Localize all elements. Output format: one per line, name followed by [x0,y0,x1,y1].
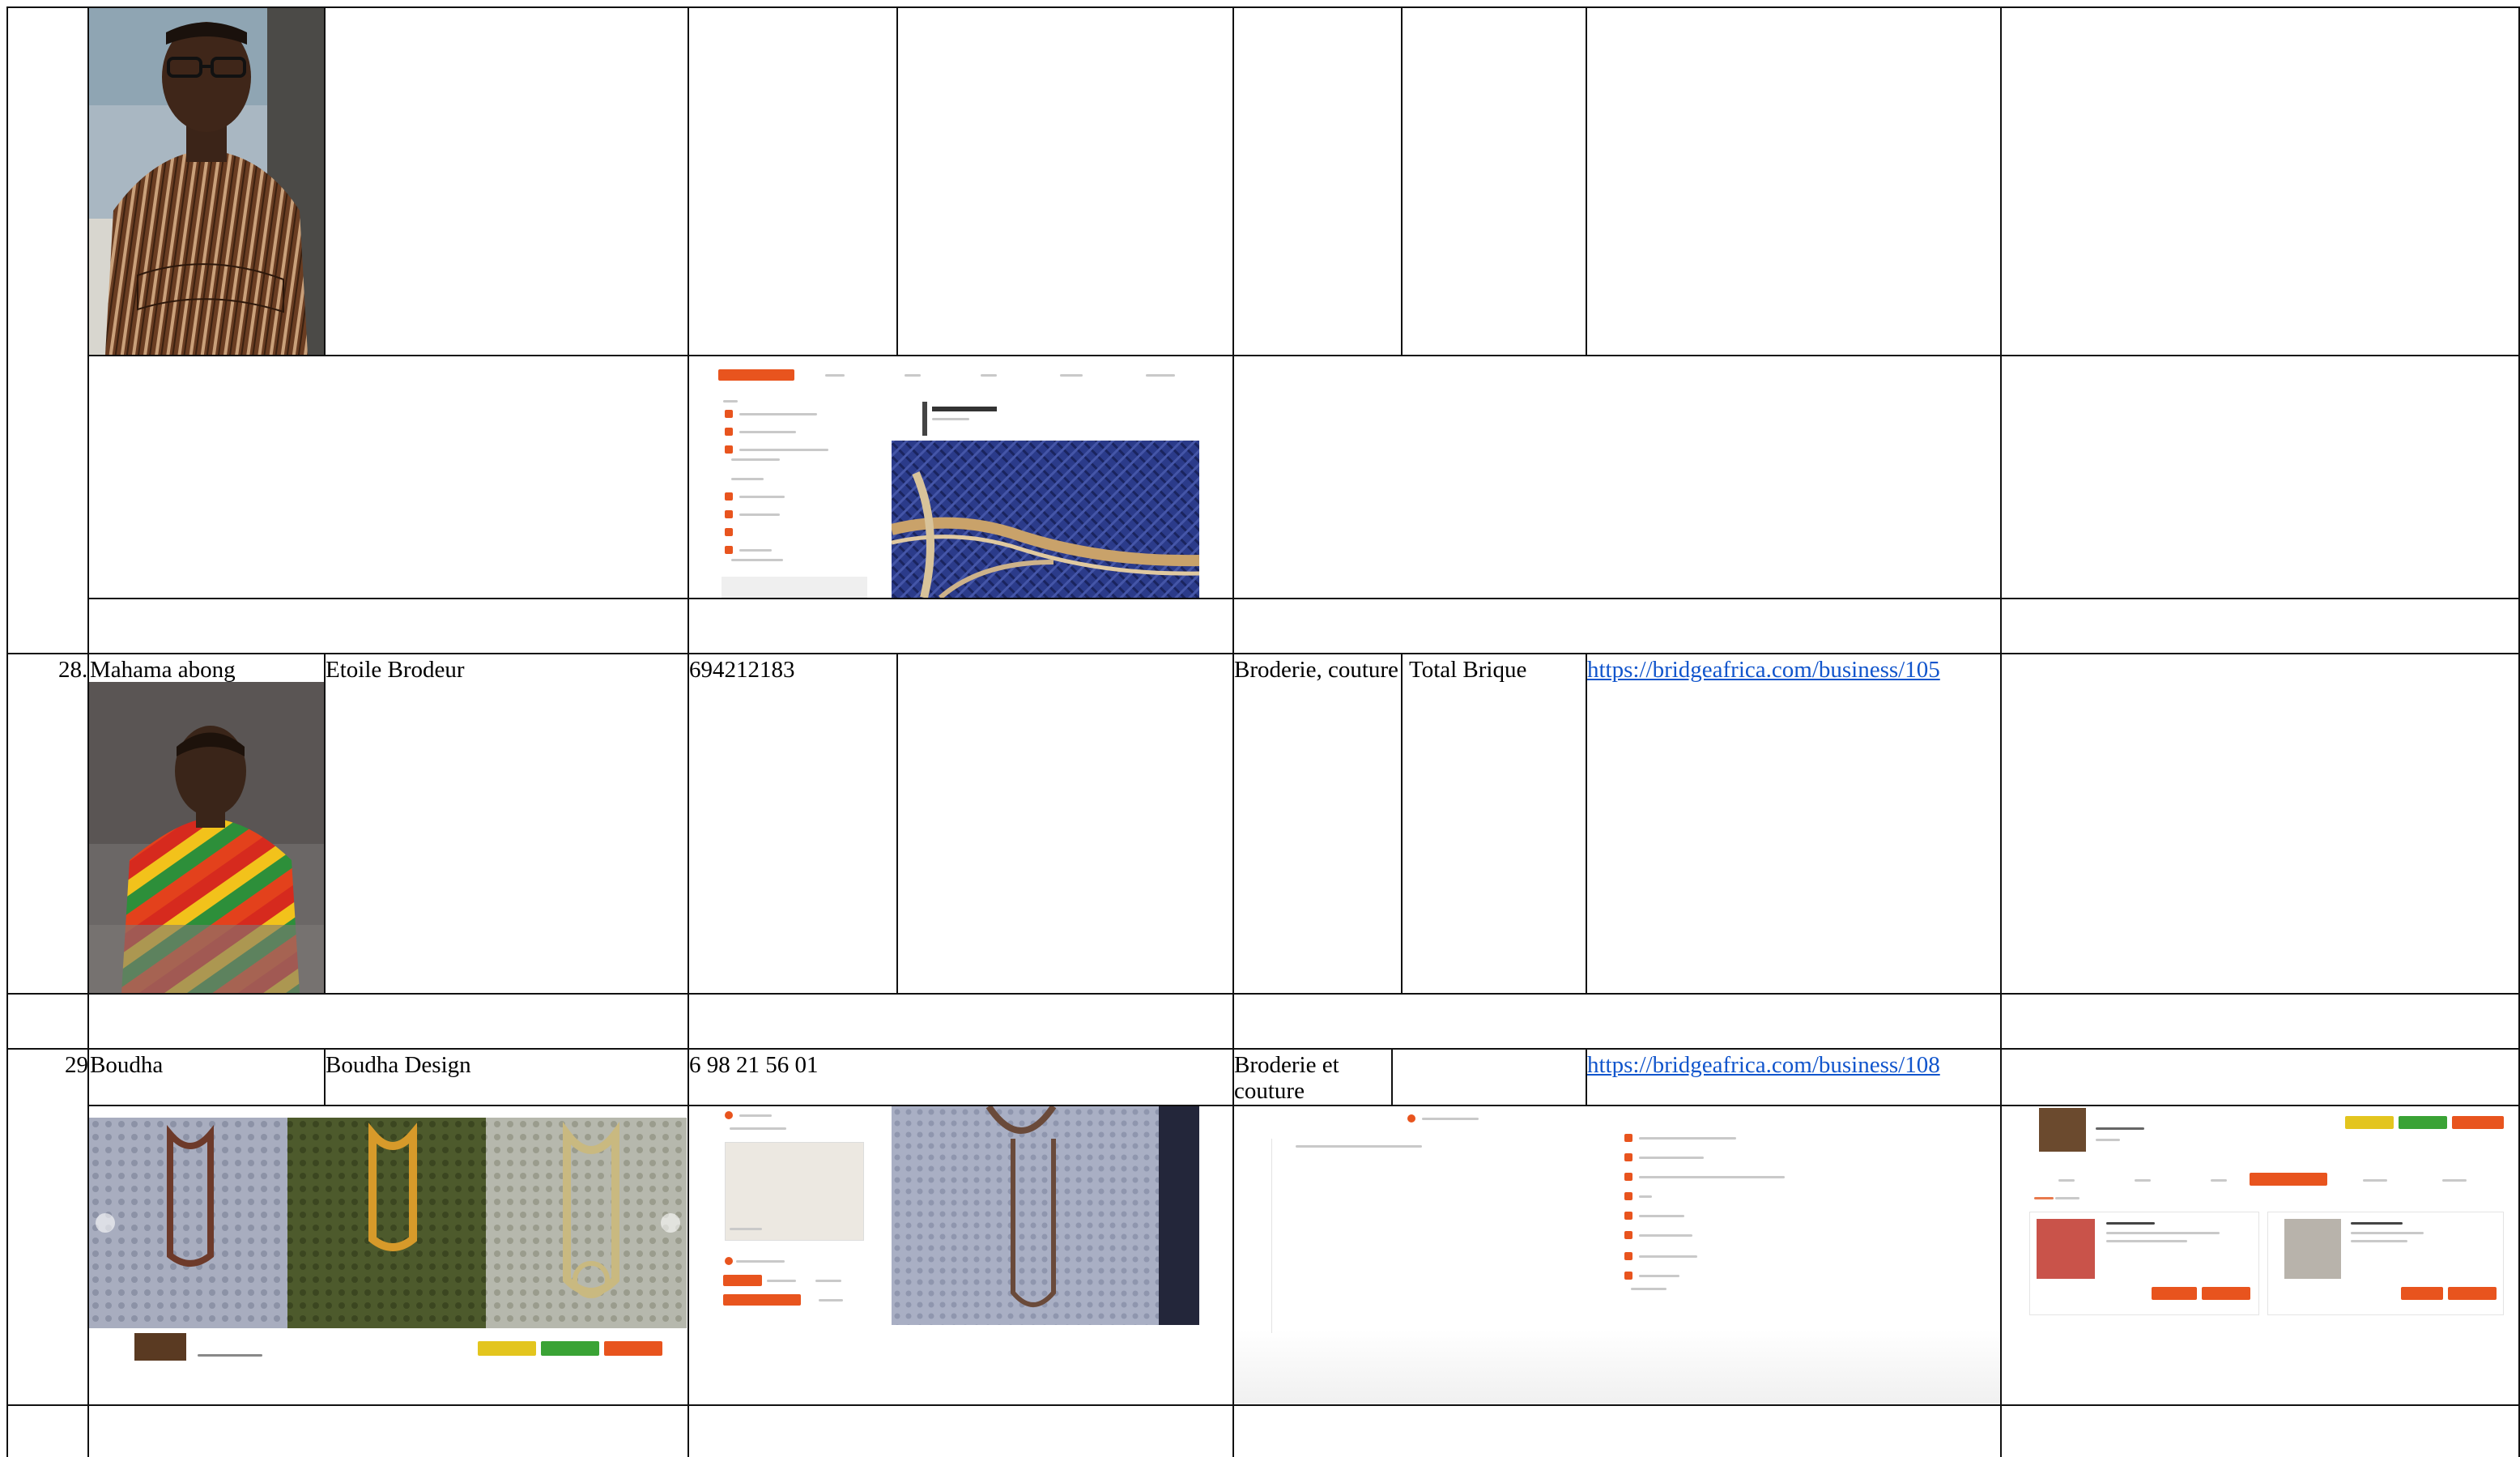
row-number: 29 [65,1052,88,1078]
business-link[interactable]: https://bridgeafrica.com/business/105 [1587,656,1940,684]
portrait-photo [89,682,324,993]
business-link[interactable]: https://bridgeafrica.com/business/108 [1587,1051,1940,1079]
phone-number: 6 98 21 56 01 [689,1052,819,1078]
garments-photo [89,1118,687,1361]
business-marketplace-screenshot [2002,1106,2518,1325]
row-number: 28. [58,657,88,683]
activity: Broderie, couture [1234,657,1398,683]
phone-number: 694212183 [689,657,795,683]
business-about-screenshot [1234,1106,2000,1404]
person-name: Boudha [90,1052,164,1078]
business-name: Boudha Design [326,1052,471,1078]
portrait-photo [89,8,324,355]
activity: Broderie et [1234,1052,1339,1078]
person-name: Mahama abong [90,657,236,683]
location: Total Brique [1409,657,1527,683]
business-profile-screenshot [689,356,1232,598]
activity: couture [1234,1078,1305,1104]
business-name: Etoile Brodeur [326,657,465,683]
business-profile-screenshot [689,1106,1232,1325]
